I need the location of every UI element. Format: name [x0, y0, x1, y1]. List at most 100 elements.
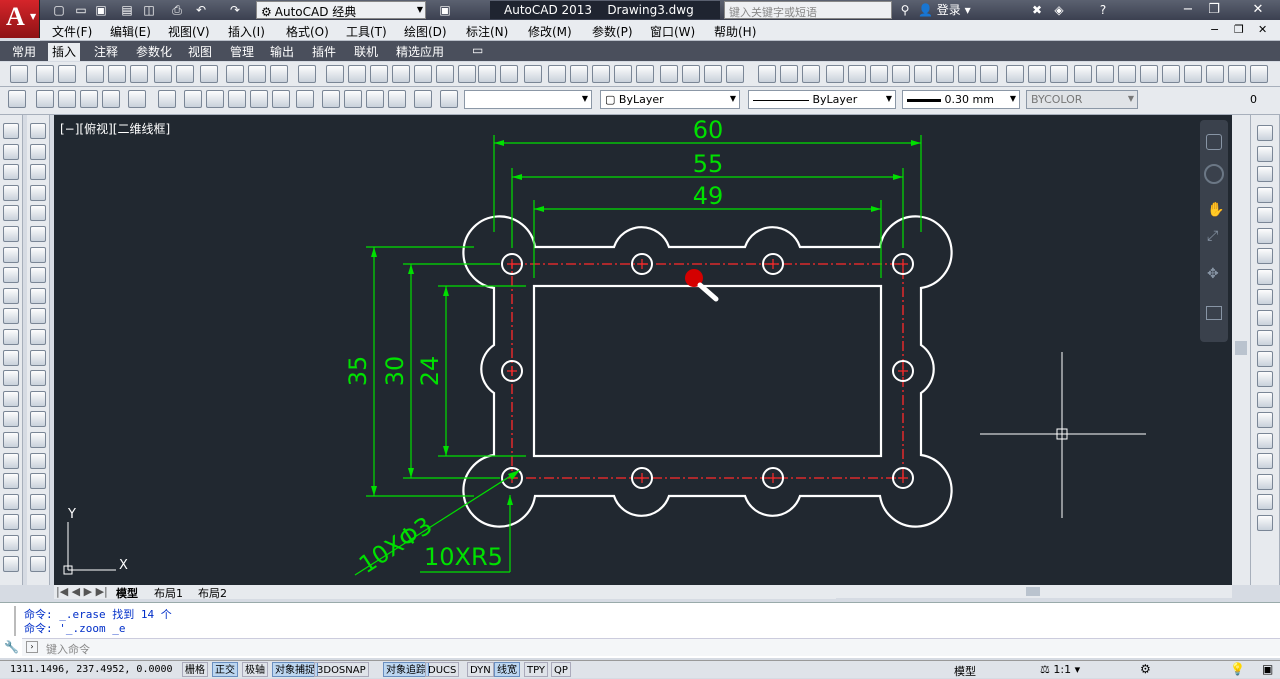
workspace-switch-icon[interactable]: ⚙ [1140, 662, 1151, 676]
toolbar-tool-icon[interactable] [30, 247, 46, 263]
toolbar-tool-icon[interactable] [228, 90, 246, 108]
toolbar-tool-icon[interactable] [30, 185, 46, 201]
toolbar-tool-icon[interactable] [248, 65, 266, 83]
menu-parametric[interactable]: 参数(P) [592, 23, 633, 40]
toolbar-tool-icon[interactable] [1257, 310, 1273, 326]
toolbar-tool-icon[interactable] [36, 90, 54, 108]
tab-manage[interactable]: 管理 [226, 43, 258, 60]
toolbar-tool-icon[interactable] [58, 90, 76, 108]
toolbar-tool-icon[interactable] [1028, 65, 1046, 83]
toolbar-tool-icon[interactable] [1257, 330, 1273, 346]
tab-output[interactable]: 输出 [266, 43, 298, 60]
menu-close-icon[interactable]: ✕ [1258, 23, 1267, 36]
menu-window[interactable]: 窗口(W) [650, 23, 695, 40]
annotation-scale[interactable]: ⚖ 1:1 ▾ [1040, 663, 1080, 676]
toolbar-tool-icon[interactable] [826, 65, 844, 83]
toolbar-tool-icon[interactable] [1257, 351, 1273, 367]
toolbar-tool-icon[interactable] [30, 535, 46, 551]
exchange-icon[interactable]: ✖ [1028, 1, 1046, 19]
toolbar-tool-icon[interactable] [1096, 65, 1114, 83]
toolbar-tool-icon[interactable] [296, 90, 314, 108]
menu-edit[interactable]: 编辑(E) [110, 23, 151, 40]
toolbar-tool-icon[interactable] [86, 65, 104, 83]
toolbar-tool-icon[interactable] [1257, 289, 1273, 305]
toolbar-tool-icon[interactable] [1257, 269, 1273, 285]
toolbar-tool-icon[interactable] [1257, 494, 1273, 510]
toolbar-tool-icon[interactable] [348, 65, 366, 83]
toolbar-tool-icon[interactable] [1206, 65, 1224, 83]
toolbar-tool-icon[interactable] [3, 308, 19, 324]
toolbar-tool-icon[interactable] [30, 123, 46, 139]
toolbar-tool-icon[interactable] [30, 494, 46, 510]
help-search-input[interactable]: 键入关键字或短语 [724, 1, 892, 19]
help-button[interactable]: ? [1094, 1, 1112, 19]
menu-modify[interactable]: 修改(M) [528, 23, 572, 40]
menu-tools[interactable]: 工具(T) [346, 23, 387, 40]
toolbar-tool-icon[interactable] [30, 144, 46, 160]
ribbon-toggle-icon[interactable]: ▭ [468, 43, 487, 57]
status-toggle-1[interactable]: 正交 [212, 662, 238, 677]
toolbar-tool-icon[interactable] [298, 65, 316, 83]
menu-restore-icon[interactable]: ❐ [1234, 23, 1244, 36]
toolbar-tool-icon[interactable] [30, 308, 46, 324]
toolbar-tool-icon[interactable] [3, 350, 19, 366]
status-toggle-10[interactable]: QP [551, 662, 571, 677]
toolbar-tool-icon[interactable] [548, 65, 566, 83]
toolbar-tool-icon[interactable] [914, 65, 932, 83]
quick-access-dropdown-icon[interactable]: ▣ [436, 1, 454, 19]
toolbar-tool-icon[interactable] [3, 411, 19, 427]
toolbar-tool-icon[interactable] [108, 65, 126, 83]
toolbar-tool-icon[interactable] [3, 123, 19, 139]
menu-help[interactable]: 帮助(H) [714, 23, 756, 40]
toolbar-tool-icon[interactable] [272, 90, 290, 108]
toolbar-tool-icon[interactable] [892, 65, 910, 83]
toolbar-tool-icon[interactable] [3, 205, 19, 221]
toolbar-tool-icon[interactable] [200, 65, 218, 83]
toolbar-tool-icon[interactable] [682, 65, 700, 83]
toolbar-tool-icon[interactable] [326, 65, 344, 83]
toolbar-tool-icon[interactable] [30, 556, 46, 572]
toolbar-tool-icon[interactable] [1118, 65, 1136, 83]
close-button[interactable]: ✕ [1246, 1, 1270, 19]
command-window-grip[interactable] [4, 606, 16, 636]
toolbar-tool-icon[interactable] [206, 90, 224, 108]
toolbar-tool-icon[interactable] [322, 90, 340, 108]
toolbar-tool-icon[interactable] [130, 65, 148, 83]
toolbar-tool-icon[interactable] [936, 65, 954, 83]
toolbar-tool-icon[interactable] [370, 65, 388, 83]
toolbar-tool-icon[interactable] [30, 453, 46, 469]
toolbar-tool-icon[interactable] [1257, 166, 1273, 182]
toolbar-tool-icon[interactable] [1257, 412, 1273, 428]
toolbar-tool-icon[interactable] [440, 90, 458, 108]
toolbar-tool-icon[interactable] [176, 65, 194, 83]
toolbar-tool-icon[interactable] [80, 90, 98, 108]
toolbar-tool-icon[interactable] [1257, 248, 1273, 264]
toolbar-tool-icon[interactable] [3, 247, 19, 263]
toolbar-tool-icon[interactable] [1257, 371, 1273, 387]
login-button[interactable]: 👤 登录 ▾ [918, 1, 971, 19]
toolbar-tool-icon[interactable] [3, 514, 19, 530]
toolbar-tool-icon[interactable] [128, 90, 146, 108]
isolate-objects-icon[interactable]: 💡 [1230, 662, 1245, 676]
linetype-dropdown[interactable]: ByLayer ▼ [748, 90, 896, 109]
color-dropdown[interactable]: ▢ ByLayer ▼ [600, 90, 740, 109]
toolbar-tool-icon[interactable] [3, 391, 19, 407]
toolbar-tool-icon[interactable] [1006, 65, 1024, 83]
toolbar-tool-icon[interactable] [614, 65, 632, 83]
status-toggle-8[interactable]: 线宽 [494, 662, 520, 677]
toolbar-tool-icon[interactable] [704, 65, 722, 83]
undo-icon[interactable]: ↶ [192, 1, 210, 19]
tab-layout2[interactable]: 布局2 [198, 585, 227, 601]
toolbar-tool-icon[interactable] [414, 65, 432, 83]
toolbar-tool-icon[interactable] [8, 90, 26, 108]
toolbar-tool-icon[interactable] [958, 65, 976, 83]
open-file-icon[interactable]: ▭ [72, 1, 90, 19]
toolbar-tool-icon[interactable] [1162, 65, 1180, 83]
toolbar-tool-icon[interactable] [1140, 65, 1158, 83]
status-toggle-5[interactable]: 对象追踪 [383, 662, 429, 677]
tab-annotate[interactable]: 注释 [90, 43, 122, 60]
customize-icon[interactable]: 🔧 [4, 640, 19, 654]
minimize-button[interactable]: − [1176, 1, 1200, 19]
application-menu-button[interactable]: A ▼ [0, 0, 40, 38]
toolbar-tool-icon[interactable] [1257, 187, 1273, 203]
